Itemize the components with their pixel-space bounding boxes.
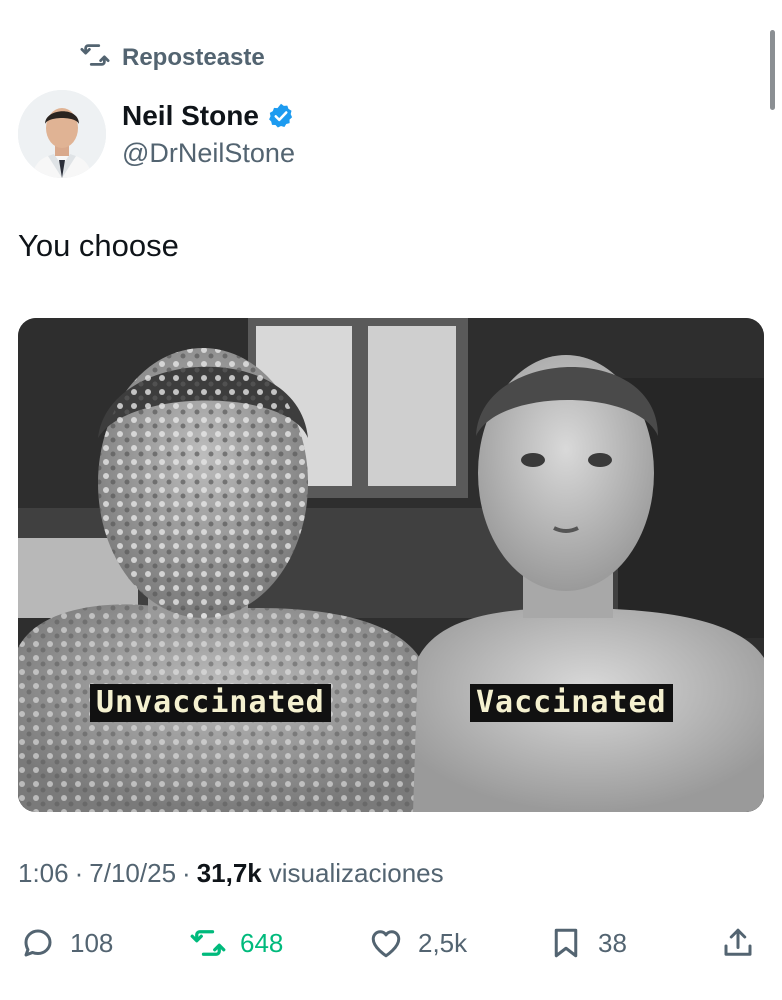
author-name[interactable]: Neil Stone [122,100,259,132]
repost-banner: Reposteaste [80,42,265,74]
like-count: 2,5k [418,927,468,958]
reply-button[interactable]: 108 [20,920,113,966]
bookmark-count: 38 [598,927,627,958]
avatar[interactable] [18,90,106,178]
post-photo [18,318,764,812]
views-count[interactable]: 31,7k [197,858,262,889]
action-bar: 108 648 2,5k 38 [0,920,782,966]
share-icon [720,925,756,961]
scrollbar[interactable] [770,30,775,110]
repost-label: Reposteaste [122,44,265,71]
post-image[interactable]: Unvaccinated Vaccinated [18,318,764,812]
reply-icon [20,925,56,961]
meta-separator: · [182,858,191,888]
author-block: Neil Stone @DrNeilStone [122,98,295,169]
repost-icon [80,40,110,77]
bookmark-icon [548,925,584,961]
repost-icon [190,925,226,961]
meta-separator: · [74,858,84,888]
repost-button[interactable]: 648 [190,920,283,966]
like-button[interactable]: 2,5k [368,920,467,966]
repost-count: 648 [240,927,284,958]
image-label-vaccinated: Vaccinated [470,684,673,722]
post-meta: 1:06 · 7/10/25 · 31,7k visualizaciones [18,858,444,889]
reply-count: 108 [70,927,114,958]
heart-icon [368,925,404,961]
post-date[interactable]: 7/10/25 [89,858,176,889]
author-handle[interactable]: @DrNeilStone [122,138,295,169]
post-text: You choose [18,228,179,263]
verified-badge-icon [267,102,295,130]
bookmark-button[interactable]: 38 [548,920,627,966]
share-button[interactable] [720,920,756,966]
views-label: visualizaciones [268,858,444,888]
post-time[interactable]: 1:06 [18,858,69,889]
image-label-unvaccinated: Unvaccinated [90,684,331,722]
